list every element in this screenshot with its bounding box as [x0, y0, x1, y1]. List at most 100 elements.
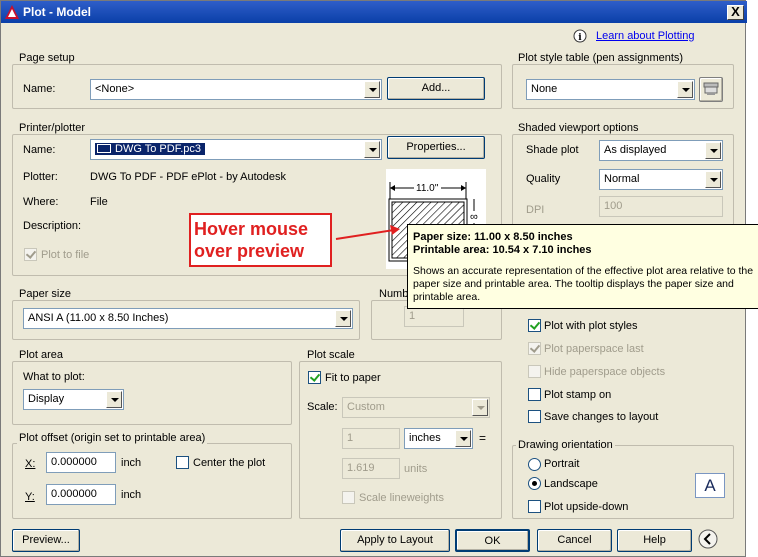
collapse-options-icon[interactable] [698, 529, 718, 549]
copies-value: 1 [409, 310, 416, 322]
plot-scale-title: Plot scale [305, 349, 357, 361]
chevron-down-icon[interactable] [705, 142, 721, 159]
help-button[interactable]: Help [617, 529, 692, 552]
scale-lineweights-checkbox[interactable] [342, 491, 355, 504]
annotation-line-1: Hover mouse [194, 219, 309, 239]
upside-down-checkbox[interactable] [528, 500, 541, 513]
tooltip-paper-size: Paper size: 11.00 x 8.50 inches [413, 231, 573, 243]
autocad-app-icon [5, 5, 19, 19]
plot-dialog: Plot - Model X i Learn about Plotting Pa… [0, 0, 758, 557]
svg-text:i: i [578, 33, 582, 43]
offset-x-value: 0.000000 [51, 456, 97, 468]
printer-name-value: DWG To PDF.pc3 [115, 143, 201, 155]
printer-icon [97, 144, 111, 153]
scale-unit-value: inches [409, 432, 441, 444]
plot-style-table-value: None [531, 83, 558, 95]
dpi-label: DPI [526, 204, 545, 216]
portrait-radio[interactable] [528, 458, 541, 471]
cancel-button[interactable]: Cancel [537, 529, 612, 552]
plotter-value: DWG To PDF - PDF ePlot - by Autodesk [90, 171, 287, 183]
printer-name-combo[interactable]: DWG To PDF.pc3 [90, 139, 382, 160]
properties-button[interactable]: Properties... [387, 136, 485, 159]
chevron-down-icon[interactable] [364, 81, 380, 98]
offset-y-value: 0.000000 [51, 488, 97, 500]
page-setup-name-value: <None> [95, 83, 135, 95]
annotation-arrow-icon [335, 225, 400, 240]
shade-plot-value: As displayed [604, 144, 667, 156]
quality-combo[interactable]: Normal [599, 169, 723, 190]
plot-style-editor-icon [703, 82, 719, 95]
chevron-down-icon[interactable] [335, 310, 351, 327]
scale-unit-combo[interactable]: inches [404, 428, 473, 449]
scale-numerator-input[interactable]: 1 [342, 428, 400, 449]
offset-y-input[interactable]: 0.000000 [46, 484, 116, 505]
where-label: Where: [23, 196, 59, 208]
add-button[interactable]: Add... [387, 77, 485, 100]
paper-size-combo[interactable]: ANSI A (11.00 x 8.50 Inches) [23, 308, 353, 329]
hover-annotation: Hover mouse over preview [189, 213, 332, 267]
ok-button[interactable]: OK [455, 529, 530, 552]
close-button[interactable]: X [727, 5, 744, 20]
plot-style-table-combo[interactable]: None [526, 79, 695, 100]
chevron-down-icon[interactable] [455, 430, 471, 447]
paper-size-value: ANSI A (11.00 x 8.50 Inches) [28, 312, 169, 324]
quality-label: Quality [526, 173, 561, 185]
learn-about-plotting-link[interactable]: Learn about Plotting [596, 30, 694, 42]
scale-label: Scale: [307, 401, 338, 413]
chevron-down-icon[interactable] [705, 171, 721, 188]
dpi-input[interactable]: 100 [599, 196, 723, 217]
landscape-radio[interactable] [528, 477, 541, 490]
scale-den-unit: units [404, 463, 428, 475]
portrait-label: Portrait [544, 458, 580, 470]
page-setup-title: Page setup [17, 52, 77, 64]
where-value: File [90, 196, 108, 208]
fit-to-paper-label: Fit to paper [325, 372, 381, 384]
page-setup-name-combo[interactable]: <None> [90, 79, 382, 100]
copies-stepper[interactable]: 1 [404, 306, 464, 327]
paperspace-last-checkbox[interactable] [528, 342, 541, 355]
scale-lineweights-label: Scale lineweights [359, 492, 444, 504]
chevron-down-icon[interactable] [677, 81, 693, 98]
fit-to-paper-checkbox[interactable] [308, 371, 321, 384]
chevron-down-icon[interactable] [106, 391, 122, 408]
center-plot-checkbox[interactable] [176, 456, 189, 469]
plot-stamp-label: Plot stamp on [544, 389, 612, 401]
annotation-line-2: over preview [194, 241, 305, 261]
offset-y-unit: inch [121, 489, 142, 501]
offset-x-unit: inch [121, 457, 142, 469]
offset-x-label: X: [25, 458, 36, 470]
scale-denominator-input[interactable]: 1.619 [342, 458, 400, 479]
dpi-value: 100 [604, 200, 623, 212]
tooltip-printable-area: Printable area: 10.54 x 7.10 inches [413, 244, 592, 256]
printer-name-selection: DWG To PDF.pc3 [94, 142, 206, 156]
offset-y-label: Y: [25, 491, 35, 503]
plot-with-styles-checkbox[interactable] [528, 319, 541, 332]
apply-to-layout-button[interactable]: Apply to Layout [340, 529, 450, 552]
tooltip-description: Shows an accurate representation of the … [413, 265, 754, 303]
preview-tooltip: Paper size: 11.00 x 8.50 inches Printabl… [407, 224, 758, 309]
preview-button[interactable]: Preview... [12, 529, 80, 552]
plot-stamp-checkbox[interactable] [528, 388, 541, 401]
scale-numerator-value: 1 [347, 432, 354, 444]
title-bar[interactable]: Plot - Model X [1, 1, 747, 23]
scale-combo[interactable]: Custom [342, 397, 490, 418]
preview-width-dim: 11.0'' [414, 183, 441, 194]
hide-paperspace-label: Hide paperspace objects [544, 366, 666, 378]
scale-equals-sign: = [479, 431, 487, 445]
offset-x-input[interactable]: 0.000000 [46, 452, 116, 473]
what-to-plot-combo[interactable]: Display [23, 389, 124, 410]
shade-plot-combo[interactable]: As displayed [599, 140, 723, 161]
what-to-plot-label: What to plot: [23, 371, 85, 383]
edit-plot-style-button[interactable] [699, 77, 723, 102]
plot-to-file-checkbox[interactable] [24, 248, 37, 261]
hide-paperspace-checkbox[interactable] [528, 365, 541, 378]
plot-to-file-label: Plot to file [41, 249, 90, 261]
plot-style-table-title: Plot style table (pen assignments) [516, 52, 686, 64]
quality-value: Normal [604, 173, 640, 185]
save-changes-checkbox[interactable] [528, 410, 541, 423]
orientation-preview-icon: A [695, 473, 725, 498]
paper-size-title: Paper size [17, 288, 73, 300]
chevron-down-icon[interactable] [472, 399, 488, 416]
drawing-orientation-title: Drawing orientation [516, 439, 615, 451]
chevron-down-icon[interactable] [364, 141, 380, 158]
